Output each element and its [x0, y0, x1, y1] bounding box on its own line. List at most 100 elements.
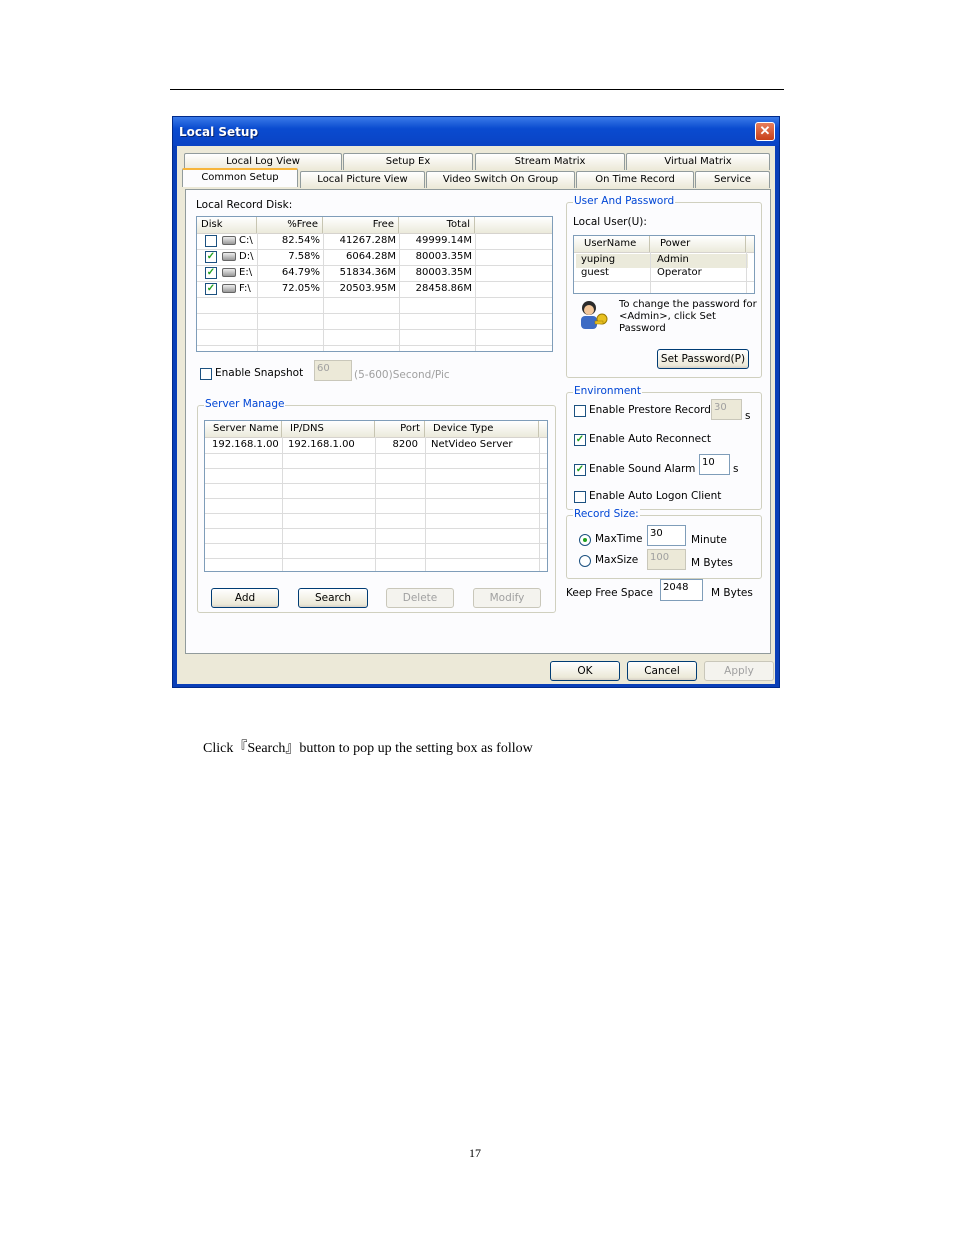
disk-checkbox[interactable]: ✓: [205, 267, 217, 279]
prestore-unit: s: [745, 410, 751, 422]
disk-checkbox[interactable]: ✓: [205, 283, 217, 295]
device-type-cell: NetVideo Server: [431, 439, 513, 450]
maxtime-radio[interactable]: [579, 534, 591, 546]
add-button[interactable]: Add: [211, 588, 279, 608]
title-bar[interactable]: Local Setup ✕: [173, 117, 779, 146]
server-name-cell: 192.168.1.00: [212, 439, 279, 450]
record-disk-list[interactable]: Disk %Free Free Total C:\ 82.54% 41267.2…: [196, 216, 553, 352]
col-pfree[interactable]: %Free: [257, 217, 323, 233]
local-record-disk-label: Local Record Disk:: [196, 199, 293, 211]
tab-virtual-matrix[interactable]: Virtual Matrix: [626, 153, 770, 170]
disk-checkbox[interactable]: [205, 235, 217, 247]
col-power[interactable]: Power: [650, 236, 746, 252]
col-device-type[interactable]: Device Type: [425, 421, 539, 437]
tab-video-switch-on-group[interactable]: Video Switch On Group: [426, 171, 575, 188]
total-cell: 49999.14M: [415, 235, 472, 246]
tab-stream-matrix[interactable]: Stream Matrix: [475, 153, 625, 170]
maxsize-radio[interactable]: [579, 555, 591, 567]
col-username[interactable]: UserName: [574, 236, 650, 252]
free-cell: 6064.28M: [346, 251, 396, 262]
total-cell: 28458.86M: [415, 283, 472, 294]
pfree-cell: 7.58%: [288, 251, 320, 262]
prestore-seconds-input[interactable]: 30: [711, 399, 742, 420]
server-list[interactable]: Server Name IP/DNS Port Device Type 192.…: [204, 420, 548, 572]
col-free[interactable]: Free: [323, 217, 399, 233]
username-cell: guest: [581, 267, 609, 278]
tab-common-setup[interactable]: Common Setup: [182, 168, 298, 187]
sound-alarm-unit: s: [733, 463, 739, 475]
maxtime-label: MaxTime: [595, 533, 643, 545]
tab-setup-ex[interactable]: Setup Ex: [343, 153, 473, 170]
maxsize-label: MaxSize: [595, 554, 639, 566]
disk-cell: C:\: [219, 233, 256, 249]
set-password-button[interactable]: Set Password(P): [657, 349, 749, 369]
maxtime-unit: Minute: [691, 534, 727, 546]
enable-snapshot-label: Enable Snapshot: [215, 367, 304, 379]
col-ip-dns[interactable]: IP/DNS: [282, 421, 375, 437]
apply-button[interactable]: Apply: [704, 661, 774, 681]
password-note: To change the password for <Admin>, clic…: [619, 299, 757, 334]
pfree-cell: 64.79%: [281, 267, 320, 278]
enable-snapshot-checkbox[interactable]: [200, 368, 212, 380]
pfree-cell: 72.05%: [281, 283, 320, 294]
tab-on-time-record[interactable]: On Time Record: [576, 171, 694, 188]
auto-logon-label: Enable Auto Logon Client: [589, 490, 722, 502]
dialog-client: Local Log View Setup Ex Stream Matrix Vi…: [177, 146, 775, 684]
instruction-caption: Click『Search』button to pop up the settin…: [203, 741, 533, 756]
total-cell: 80003.35M: [415, 267, 472, 278]
snapshot-range-hint: (5-600)Second/Pic: [354, 369, 450, 381]
modify-button[interactable]: Modify: [473, 588, 541, 608]
server-list-header: Server Name IP/DNS Port Device Type: [205, 421, 547, 438]
auto-reconnect-label: Enable Auto Reconnect: [589, 433, 711, 445]
keep-free-space-input[interactable]: 2048: [660, 579, 703, 601]
auto-reconnect-checkbox[interactable]: ✓: [574, 434, 586, 446]
maxsize-unit: M Bytes: [691, 557, 733, 569]
drive-icon: [222, 251, 236, 261]
page-header-rule: [170, 89, 784, 90]
user-key-icon: [581, 301, 608, 329]
keep-free-space-label: Keep Free Space: [566, 587, 653, 599]
power-cell: Operator: [657, 267, 702, 278]
prestore-checkbox[interactable]: [574, 405, 586, 417]
local-setup-window: Local Setup ✕ Local Log View Setup Ex St…: [172, 116, 780, 688]
environment-group: Environment Enable Prestore Record 30 s …: [566, 385, 762, 510]
user-list-header: UserName Power: [574, 236, 754, 253]
server-manage-title: Server Manage: [204, 398, 286, 410]
free-cell: 41267.28M: [339, 235, 396, 246]
sound-alarm-seconds-input[interactable]: 10: [699, 454, 730, 475]
pfree-cell: 82.54%: [281, 235, 320, 246]
drive-icon: [222, 267, 236, 277]
drive-icon: [222, 235, 236, 245]
environment-title: Environment: [573, 385, 643, 397]
tab-service[interactable]: Service: [695, 171, 770, 188]
col-port[interactable]: Port: [375, 421, 425, 437]
snapshot-interval-input[interactable]: 60: [314, 360, 352, 381]
sound-alarm-checkbox[interactable]: ✓: [574, 464, 586, 476]
search-button[interactable]: Search: [298, 588, 368, 608]
col-total[interactable]: Total: [399, 217, 475, 233]
auto-logon-checkbox[interactable]: [574, 491, 586, 503]
col-server-name[interactable]: Server Name: [205, 421, 282, 437]
free-cell: 20503.95M: [339, 283, 396, 294]
tab-local-picture-view[interactable]: Local Picture View: [300, 171, 425, 188]
maxtime-input[interactable]: 30: [647, 525, 686, 546]
col-disk[interactable]: Disk: [197, 217, 257, 233]
disk-cell: F:\: [219, 281, 254, 297]
record-size-group: Record Size: MaxTime 30 Minute MaxSize 1…: [566, 508, 762, 579]
free-cell: 51834.36M: [339, 267, 396, 278]
user-password-group: User And Password Local User(U): UserNam…: [566, 195, 762, 378]
keep-free-space-unit: M Bytes: [711, 587, 753, 599]
prestore-label: Enable Prestore Record: [589, 404, 711, 416]
delete-button[interactable]: Delete: [386, 588, 454, 608]
disk-checkbox[interactable]: ✓: [205, 251, 217, 263]
server-manage-group: Server Manage Server Name IP/DNS Port De…: [197, 398, 556, 613]
ok-button[interactable]: OK: [550, 661, 620, 681]
total-cell: 80003.35M: [415, 251, 472, 262]
close-icon[interactable]: ✕: [755, 122, 775, 141]
cancel-button[interactable]: Cancel: [627, 661, 697, 681]
maxsize-input[interactable]: 100: [647, 549, 686, 570]
user-list[interactable]: UserName Power yuping Admin guest Operat…: [573, 235, 755, 294]
page-number: 17: [469, 1146, 481, 1160]
common-setup-panel: Local Record Disk: Disk %Free Free Total: [185, 189, 771, 654]
disk-cell: E:\: [219, 265, 255, 281]
